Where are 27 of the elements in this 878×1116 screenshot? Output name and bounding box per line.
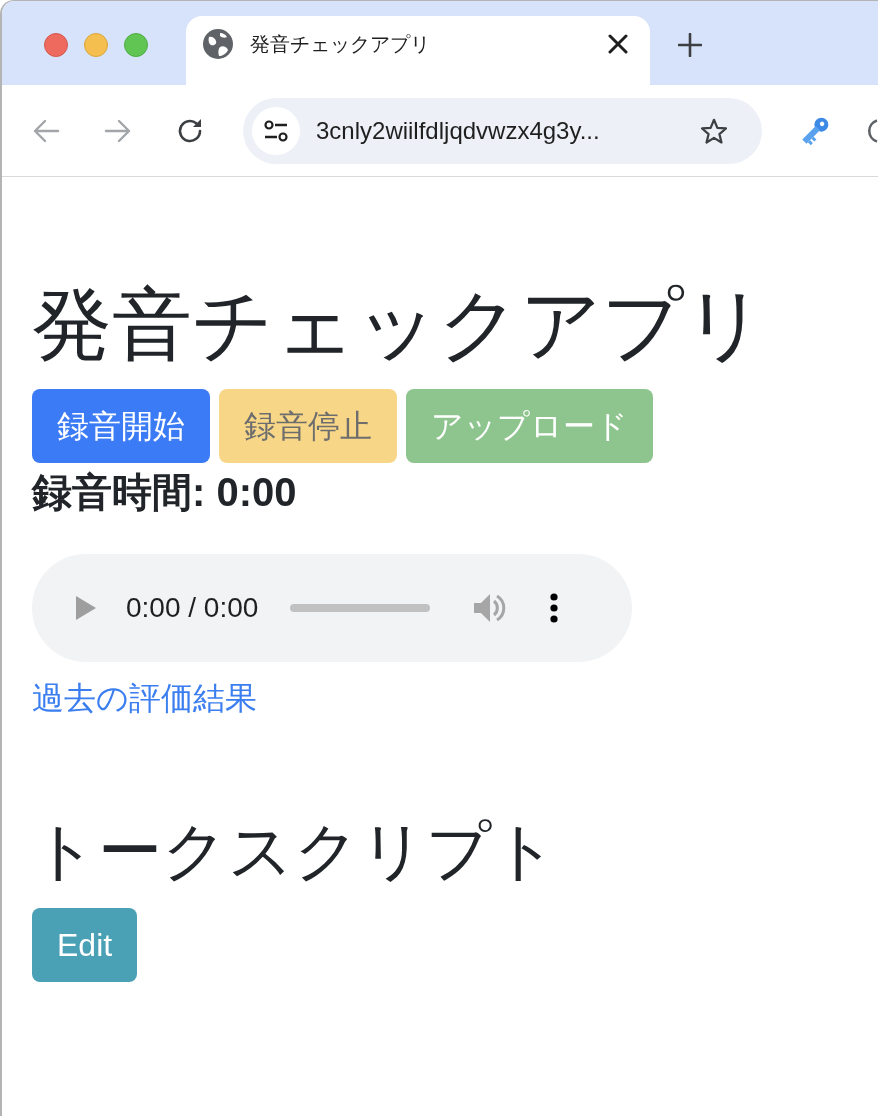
playback-time: 0:00 / 0:00: [126, 592, 259, 624]
close-icon: [608, 34, 628, 54]
close-tab-button[interactable]: [608, 34, 628, 54]
start-recording-button[interactable]: 録音開始: [32, 389, 210, 463]
speaker-icon: [474, 593, 507, 623]
recording-time: 録音時間: 0:00: [32, 469, 297, 516]
section-title: トークスクリプト: [32, 814, 559, 889]
play-button[interactable]: [76, 596, 96, 620]
globe-icon: [203, 29, 233, 59]
page-title: 発音チェックアプリ: [32, 279, 767, 371]
window-close-button[interactable]: [44, 33, 68, 57]
sliders-icon: [264, 119, 288, 142]
address-bar[interactable]: 3cnly2wiilfdljqdvwzx4g3y...: [243, 97, 762, 164]
kebab-menu-icon: [550, 593, 559, 623]
browser-tab[interactable]: 発音チェックアプリ: [186, 16, 650, 85]
plus-icon: [678, 33, 702, 57]
play-icon: [76, 596, 96, 620]
volume-button[interactable]: [474, 593, 507, 623]
url-text[interactable]: 3cnly2wiilfdljqdvwzx4g3y...: [316, 116, 684, 145]
star-icon: [700, 116, 728, 145]
new-tab-button[interactable]: [678, 33, 702, 57]
window-zoom-button[interactable]: [124, 33, 148, 57]
bookmark-button[interactable]: [700, 116, 728, 145]
site-info-button[interactable]: [252, 106, 300, 155]
more-options-button[interactable]: [550, 593, 559, 623]
past-results-link[interactable]: 過去の評価結果: [32, 674, 257, 722]
edit-button[interactable]: Edit: [32, 907, 138, 982]
